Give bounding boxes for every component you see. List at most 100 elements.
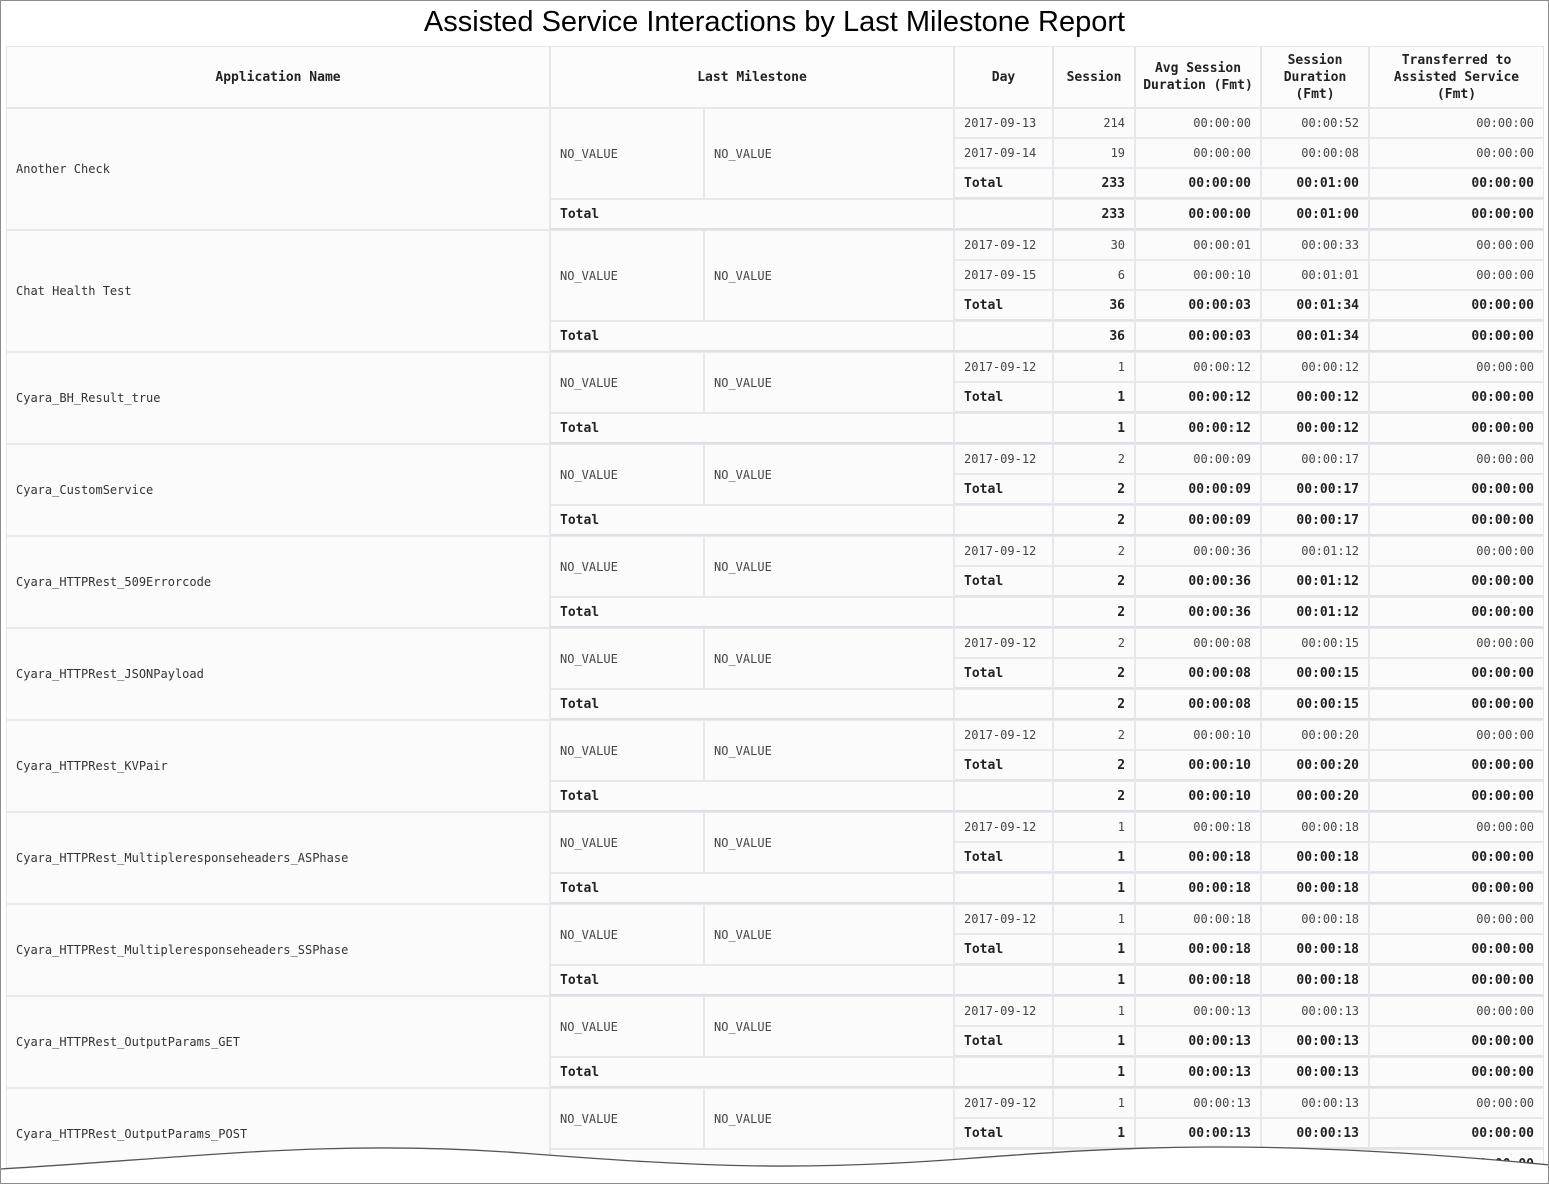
group-total-session: 2 <box>1053 689 1136 720</box>
subtotal-label: Total <box>954 566 1054 597</box>
application-name-cell[interactable]: Cyara_HTTPRest_JSONPayload <box>6 628 550 720</box>
transferred-cell: 00:00:00 <box>1369 996 1545 1026</box>
subtotal-avg-duration: 00:00:09 <box>1135 474 1262 505</box>
subtotal-session-duration: 00:01:00 <box>1261 168 1370 199</box>
group-total-avg-duration: 00:00:10 <box>1135 781 1262 812</box>
day-cell: 2017-09-12 <box>954 720 1054 750</box>
subtotal-transferred: 00:00:00 <box>1369 168 1545 199</box>
subtotal-session: 2 <box>1053 566 1136 597</box>
last-milestone-cell: NO_VALUE <box>550 108 704 199</box>
group-total-avg-duration: 00:00:36 <box>1135 597 1262 628</box>
application-name-cell[interactable]: Cyara_HTTPRest_Multipleresponseheaders_A… <box>6 812 550 904</box>
last-milestone-cell: NO_VALUE <box>550 536 704 597</box>
col-header-avg-session-duration[interactable]: Avg Session Duration (Fmt) <box>1135 46 1262 108</box>
col-header-day[interactable]: Day <box>954 46 1054 108</box>
subtotal-transferred: 00:00:00 <box>1369 382 1545 413</box>
table-row: Another Check NO_VALUE NO_VALUE 2017-09-13 2… <box>6 108 1545 230</box>
last-milestone-cell: NO_VALUE <box>550 904 704 965</box>
table-row: Cyara_CustomService NO_VALUE NO_VALUE 2017-… <box>6 444 1545 536</box>
day-cell: 2017-09-14 <box>954 138 1054 168</box>
session-duration-cell: 00:00:33 <box>1261 230 1370 260</box>
subtotal-transferred: 00:00:00 <box>1369 658 1545 689</box>
table-row: Cyara_HTTPRest_OutputParams_POST NO_VALUE… <box>6 1088 1545 1180</box>
col-header-session[interactable]: Session <box>1053 46 1136 108</box>
session-cell: 1 <box>1053 1088 1136 1118</box>
group-total-session: 1 <box>1053 873 1136 904</box>
session-cell: 2 <box>1053 720 1136 750</box>
group-total-session-duration: 00:00:13 <box>1261 1057 1370 1088</box>
subtotal-session-duration: 00:00:18 <box>1261 842 1370 873</box>
col-header-application-name[interactable]: Application Name <box>6 46 550 108</box>
group-total-label: Total <box>550 965 955 996</box>
last-milestone-cell: NO_VALUE <box>704 996 955 1057</box>
transferred-cell: 00:00:00 <box>1369 352 1545 382</box>
application-name-cell[interactable]: Cyara_HTTPRest_KVPair <box>6 720 550 812</box>
day-cell: 2017-09-12 <box>954 230 1054 260</box>
transferred-cell: 00:00:00 <box>1369 628 1545 658</box>
group-total-session-duration: 00:00:12 <box>1261 413 1370 444</box>
application-name-cell[interactable]: Cyara_HTTPRest_OutputParams_GET <box>6 996 550 1088</box>
application-name-cell[interactable]: Cyara_HTTPRest_509Errorcode <box>6 536 550 628</box>
subtotal-session-duration: 00:01:12 <box>1261 566 1370 597</box>
group-total-label: Total <box>550 321 955 352</box>
transferred-cell: 00:00:00 <box>1369 260 1545 290</box>
avg-duration-cell: 00:00:18 <box>1135 904 1262 934</box>
day-cell: 2017-09-12 <box>954 536 1054 566</box>
session-cell: 1 <box>1053 812 1136 842</box>
group-total-transferred: 00:00:00 <box>1369 413 1545 444</box>
group-total-label: Total <box>550 781 955 812</box>
col-header-session-duration[interactable]: Session Duration (Fmt) <box>1261 46 1370 108</box>
group-total-session-duration: 00:01:12 <box>1261 597 1370 628</box>
application-name-cell[interactable]: Cyara_HTTPRest_Multipleresponseheaders_S… <box>6 904 550 996</box>
group-total-day-blank <box>954 597 1054 628</box>
group-total-day-blank <box>954 965 1054 996</box>
subtotal-avg-duration: 00:00:12 <box>1135 382 1262 413</box>
session-duration-cell: 00:00:17 <box>1261 444 1370 474</box>
group-total-label: Total <box>550 597 955 628</box>
subtotal-transferred: 00:00:00 <box>1369 290 1545 321</box>
application-name-cell[interactable]: Another Check <box>6 108 550 230</box>
application-name-cell[interactable]: Cyara_BH_Result_true <box>6 352 550 444</box>
last-milestone-cell: NO_VALUE <box>704 230 955 321</box>
group-total-session-duration: 00:00:15 <box>1261 689 1370 720</box>
session-cell: 1 <box>1053 996 1136 1026</box>
avg-duration-cell: 00:00:01 <box>1135 230 1262 260</box>
session-duration-cell: 00:00:18 <box>1261 812 1370 842</box>
day-cell: 2017-09-13 <box>954 108 1054 138</box>
group-total-session-duration: 00:01:34 <box>1261 321 1370 352</box>
session-duration-cell: 00:00:18 <box>1261 904 1370 934</box>
group-total-session-duration: 00:00:18 <box>1261 873 1370 904</box>
group-total-session: 2 <box>1053 781 1136 812</box>
report-title: Assisted Service Interactions by Last Mi… <box>423 6 1126 38</box>
day-cell: 2017-09-12 <box>954 1088 1054 1118</box>
group-total-day-blank <box>954 1057 1054 1088</box>
subtotal-session: 1 <box>1053 1026 1136 1057</box>
subtotal-label: Total <box>954 934 1054 965</box>
group-total-avg-duration: 00:00:08 <box>1135 689 1262 720</box>
group-total-day-blank <box>954 781 1054 812</box>
day-cell: 2017-09-15 <box>954 260 1054 290</box>
subtotal-session: 2 <box>1053 474 1136 505</box>
last-milestone-cell: NO_VALUE <box>704 628 955 689</box>
group-total-avg-duration: 00:00:09 <box>1135 505 1262 536</box>
subtotal-session: 1 <box>1053 842 1136 873</box>
application-name-cell[interactable]: Cyara_CustomService <box>6 444 550 536</box>
group-total-session-duration: 00:00:17 <box>1261 505 1370 536</box>
avg-duration-cell: 00:00:18 <box>1135 812 1262 842</box>
col-header-transferred-to-assisted[interactable]: Transferred to Assisted Service (Fmt) <box>1369 46 1545 108</box>
report-table: Application Name Last Milestone Day Sess… <box>6 46 1545 1180</box>
group-total-avg-duration: 00:00:03 <box>1135 321 1262 352</box>
day-cell: 2017-09-12 <box>954 996 1054 1026</box>
subtotal-session-duration: 00:01:34 <box>1261 290 1370 321</box>
group-total-transferred: 00:00:00 <box>1369 597 1545 628</box>
group-total-transferred: 00:00:00 <box>1369 965 1545 996</box>
subtotal-label: Total <box>954 750 1054 781</box>
col-header-last-milestone[interactable]: Last Milestone <box>550 46 955 108</box>
avg-duration-cell: 00:00:00 <box>1135 108 1262 138</box>
session-cell: 214 <box>1053 108 1136 138</box>
session-duration-cell: 00:00:15 <box>1261 628 1370 658</box>
application-name-cell[interactable]: Chat Health Test <box>6 230 550 352</box>
subtotal-avg-duration: 00:00:18 <box>1135 842 1262 873</box>
group-total-session: 1 <box>1053 413 1136 444</box>
subtotal-avg-duration: 00:00:36 <box>1135 566 1262 597</box>
